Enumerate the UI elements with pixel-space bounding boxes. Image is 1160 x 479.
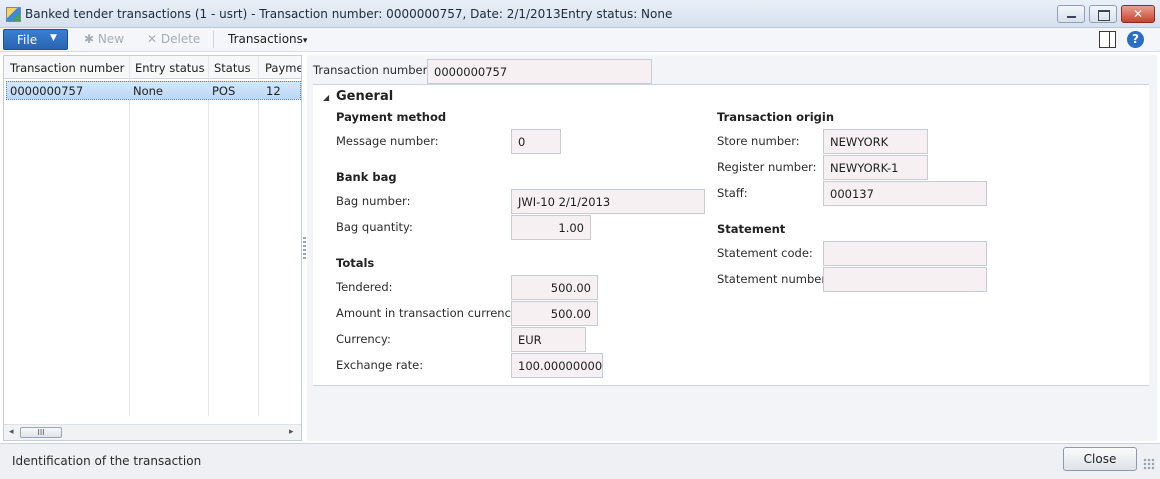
horizontal-scrollbar[interactable]: ◂ III ▸ bbox=[4, 424, 301, 440]
currency-label: Currency: bbox=[336, 332, 391, 346]
statement-code-label: Statement code: bbox=[717, 246, 813, 260]
transaction-number-label: Transaction number: bbox=[313, 63, 431, 77]
table-row[interactable]: 0000000757 None POS 12 bbox=[6, 81, 301, 100]
scroll-right-icon[interactable]: ▸ bbox=[289, 427, 294, 437]
statement-code-field[interactable] bbox=[823, 241, 987, 266]
layout-icon[interactable] bbox=[1099, 31, 1116, 48]
amount-label: Amount in transaction currency: bbox=[336, 306, 521, 320]
general-fasttab-title[interactable]: General bbox=[336, 89, 393, 104]
tendered-field[interactable]: 500.00 bbox=[511, 275, 598, 300]
bag-quantity-field[interactable]: 1.00 bbox=[511, 215, 591, 240]
amount-field[interactable]: 500.00 bbox=[511, 301, 598, 326]
statement-number-label: Statement number: bbox=[717, 272, 830, 286]
column-divider bbox=[129, 56, 130, 416]
bag-number-label: Bag number: bbox=[336, 194, 411, 208]
cell-payment: 12 bbox=[266, 84, 281, 98]
exchange-rate-label: Exchange rate: bbox=[336, 358, 424, 372]
maximize-icon[interactable] bbox=[1089, 5, 1117, 23]
delete-button[interactable]: ✕ Delete bbox=[147, 32, 200, 46]
transactions-menu-button[interactable]: Transactions▾ bbox=[228, 32, 307, 46]
new-icon: ✱ bbox=[84, 32, 95, 46]
status-bar: Identification of the transaction Close bbox=[0, 443, 1160, 479]
cell-entry-status: None bbox=[133, 84, 164, 98]
scroll-thumb[interactable]: III bbox=[20, 427, 62, 438]
help-icon[interactable]: ? bbox=[1127, 31, 1144, 48]
cell-status: POS bbox=[212, 84, 236, 98]
app-icon bbox=[6, 7, 21, 22]
bag-quantity-label: Bag quantity: bbox=[336, 220, 413, 234]
close-window-icon[interactable] bbox=[1121, 5, 1155, 23]
grid-header: Transaction number Entry status Status P… bbox=[4, 56, 301, 79]
new-button[interactable]: ✱ New bbox=[84, 32, 124, 46]
window-title: Banked tender transactions (1 - usrt) - … bbox=[25, 7, 673, 21]
cell-transaction-number: 0000000757 bbox=[10, 84, 84, 98]
column-header-transaction-number[interactable]: Transaction number bbox=[10, 61, 128, 75]
staff-field[interactable]: 000137 bbox=[823, 181, 987, 206]
chevron-down-icon: ▾ bbox=[302, 36, 308, 46]
payment-method-heading: Payment method bbox=[336, 110, 447, 124]
totals-heading: Totals bbox=[336, 256, 375, 270]
collapse-caret-icon[interactable]: ◢ bbox=[323, 93, 329, 102]
transactions-grid: Transaction number Entry status Status P… bbox=[3, 55, 302, 441]
column-header-status[interactable]: Status bbox=[214, 61, 259, 75]
staff-label: Staff: bbox=[717, 186, 748, 200]
toolbar-divider bbox=[213, 31, 214, 48]
general-fasttab: ◢ General Payment method Message number:… bbox=[313, 84, 1149, 386]
register-number-label: Register number: bbox=[717, 160, 817, 174]
currency-field[interactable]: EUR bbox=[511, 327, 586, 352]
detail-pane: Transaction number: 0000000757 ◢ General… bbox=[307, 55, 1157, 441]
pane-splitter[interactable] bbox=[303, 237, 306, 259]
statement-number-field[interactable] bbox=[823, 267, 987, 292]
file-button[interactable]: File ▼ bbox=[3, 29, 68, 50]
status-text: Identification of the transaction bbox=[12, 454, 202, 468]
new-button-label: New bbox=[97, 32, 125, 46]
register-number-field[interactable]: NEWYORK-1 bbox=[823, 155, 928, 180]
close-button[interactable]: Close bbox=[1063, 447, 1137, 471]
column-header-entry-status[interactable]: Entry status bbox=[135, 61, 207, 75]
message-number-field[interactable]: 0 bbox=[511, 129, 561, 154]
statement-heading: Statement bbox=[717, 222, 786, 236]
bag-number-field[interactable]: JWI-10 2/1/2013 bbox=[511, 189, 705, 214]
title-bar: Banked tender transactions (1 - usrt) - … bbox=[0, 0, 1160, 28]
store-number-field[interactable]: NEWYORK bbox=[823, 129, 928, 154]
column-divider bbox=[258, 56, 259, 416]
delete-icon: ✕ bbox=[147, 32, 158, 46]
store-number-label: Store number: bbox=[717, 134, 800, 148]
resize-grip-icon[interactable] bbox=[1143, 458, 1155, 470]
delete-button-label: Delete bbox=[160, 32, 201, 46]
chevron-down-icon: ▼ bbox=[50, 33, 57, 43]
toolbar: File ▼ ✱ New ✕ Delete Transactions▾ ? bbox=[0, 28, 1160, 52]
transaction-origin-heading: Transaction origin bbox=[717, 110, 835, 124]
bank-bag-heading: Bank bag bbox=[336, 170, 397, 184]
column-divider bbox=[208, 56, 209, 416]
file-button-label: File bbox=[17, 33, 38, 47]
tendered-label: Tendered: bbox=[336, 280, 393, 294]
scroll-left-icon[interactable]: ◂ bbox=[9, 427, 14, 437]
exchange-rate-field[interactable]: 100.0000000000000 bbox=[511, 353, 603, 378]
transactions-menu-label: Transactions bbox=[228, 32, 303, 46]
message-number-label: Message number: bbox=[336, 134, 439, 148]
column-header-payment[interactable]: Payme bbox=[265, 61, 301, 75]
minimize-icon[interactable] bbox=[1057, 5, 1085, 23]
transaction-number-field[interactable]: 0000000757 bbox=[427, 59, 652, 84]
